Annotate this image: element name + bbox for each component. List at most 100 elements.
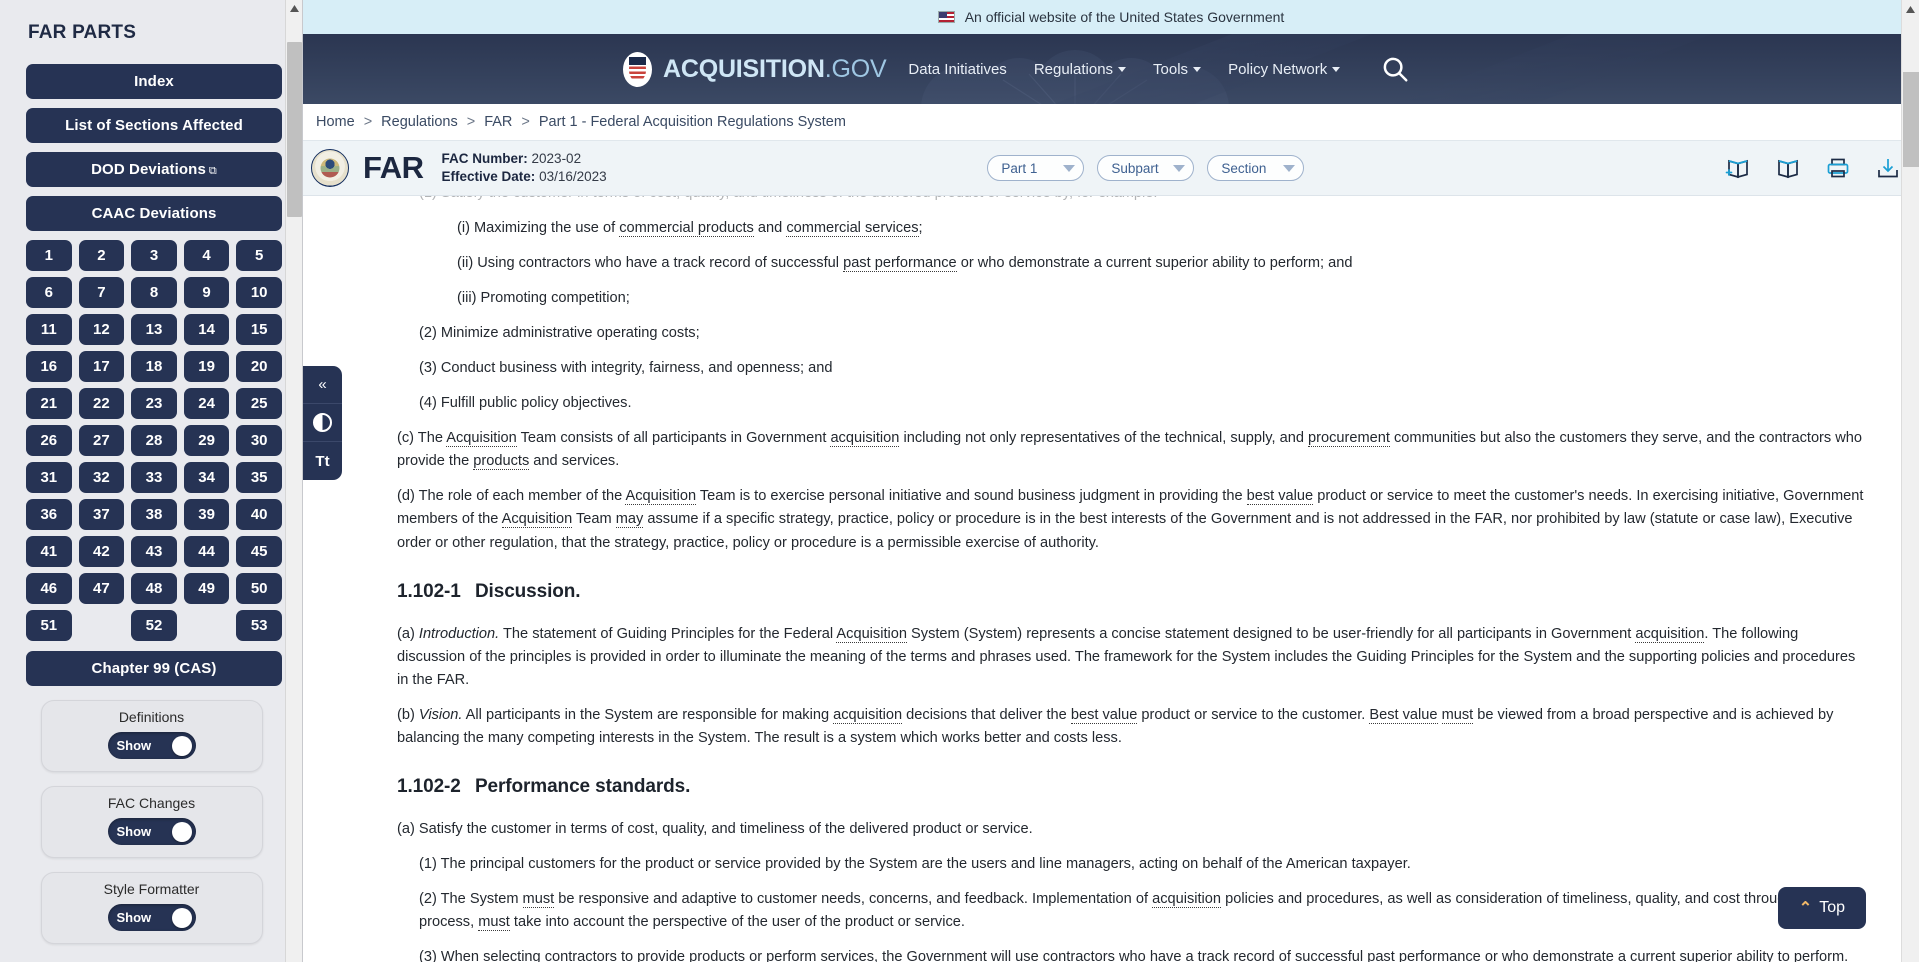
defined-term[interactable]: Acquisition	[625, 488, 697, 506]
print-icon[interactable]	[1825, 156, 1851, 180]
far-part-37-button[interactable]: 37	[78, 499, 125, 530]
far-part-25-button[interactable]: 25	[236, 388, 282, 419]
text-size-button[interactable]: Tt	[303, 442, 342, 480]
defined-term[interactable]: acquisition	[1635, 625, 1705, 643]
far-part-16-button[interactable]: 16	[26, 351, 72, 382]
far-part-47-button[interactable]: 47	[78, 573, 125, 604]
far-part-52-button[interactable]: 52	[131, 610, 177, 641]
far-part-18-button[interactable]: 18	[131, 351, 177, 382]
far-part-20-button[interactable]: 20	[236, 351, 282, 382]
collapse-sidebar-button[interactable]: «	[303, 366, 342, 404]
far-part-36-button[interactable]: 36	[26, 499, 72, 530]
far-part-4-button[interactable]: 4	[183, 240, 230, 271]
chapter-99-button[interactable]: Chapter 99 (CAS)	[26, 651, 282, 686]
far-part-11-button[interactable]: 11	[26, 314, 72, 345]
page-scroll-up-icon[interactable]	[1902, 0, 1919, 18]
far-part-51-button[interactable]: 51	[26, 610, 72, 641]
far-part-42-button[interactable]: 42	[78, 536, 125, 567]
nav-item-data-initiatives[interactable]: Data Initiatives	[908, 61, 1006, 78]
defined-term[interactable]: procurement	[1308, 430, 1390, 448]
breadcrumb-item-home[interactable]: Home	[316, 114, 355, 130]
far-part-5-button[interactable]: 5	[236, 240, 282, 271]
open-book-icon[interactable]	[1775, 156, 1801, 180]
sidebar-nav-list-of-sections-affected[interactable]: List of Sections Affected	[26, 108, 282, 143]
add-to-bookshelf-icon[interactable]	[1725, 156, 1751, 180]
defined-term[interactable]: past performance	[1367, 948, 1481, 962]
sidebar-nav-index[interactable]: Index	[26, 64, 282, 99]
far-part-44-button[interactable]: 44	[183, 536, 230, 567]
breadcrumb-item-far[interactable]: FAR	[484, 114, 512, 130]
defined-term[interactable]: products	[473, 453, 530, 471]
sidebar-scrollbar[interactable]	[285, 0, 302, 962]
far-part-50-button[interactable]: 50	[236, 573, 282, 604]
defined-term[interactable]: must	[522, 890, 555, 908]
defined-term[interactable]: best value	[1246, 488, 1314, 506]
contrast-toggle-button[interactable]	[303, 404, 342, 442]
far-part-8-button[interactable]: 8	[131, 277, 177, 308]
far-part-45-button[interactable]: 45	[236, 536, 282, 567]
defined-term[interactable]: past performance	[843, 255, 957, 273]
far-part-21-button[interactable]: 21	[26, 388, 72, 419]
far-part-48-button[interactable]: 48	[131, 573, 177, 604]
far-part-26-button[interactable]: 26	[26, 425, 72, 456]
nav-item-policy-network[interactable]: Policy Network	[1228, 61, 1341, 78]
far-part-13-button[interactable]: 13	[131, 314, 177, 345]
far-part-33-button[interactable]: 33	[131, 462, 177, 493]
far-part-38-button[interactable]: 38	[131, 499, 177, 530]
far-part-27-button[interactable]: 27	[78, 425, 125, 456]
defined-term[interactable]: Best value	[1369, 706, 1438, 724]
back-to-top-button[interactable]: ⌃ Top	[1777, 887, 1866, 929]
far-part-41-button[interactable]: 41	[26, 536, 72, 567]
far-part-30-button[interactable]: 30	[236, 425, 282, 456]
far-part-9-button[interactable]: 9	[183, 277, 230, 308]
defined-term[interactable]: Acquisition	[501, 511, 573, 529]
defined-term[interactable]: acquisition	[830, 430, 900, 448]
page-scrollbar-thumb[interactable]	[1903, 72, 1919, 167]
toggle-switch-style-formatter[interactable]: Show	[107, 904, 196, 931]
subpart-dropdown[interactable]: Subpart	[1097, 155, 1195, 181]
defined-term[interactable]: must	[1441, 706, 1474, 724]
far-part-39-button[interactable]: 39	[183, 499, 230, 530]
far-part-53-button[interactable]: 53	[236, 610, 282, 641]
sidebar-nav-caac-deviations[interactable]: CAAC Deviations	[26, 196, 282, 231]
far-part-24-button[interactable]: 24	[183, 388, 230, 419]
far-part-19-button[interactable]: 19	[183, 351, 230, 382]
nav-item-tools[interactable]: Tools	[1153, 61, 1202, 78]
far-part-32-button[interactable]: 32	[78, 462, 125, 493]
brand-logo[interactable]: ACQUISITION.GOV	[623, 51, 887, 87]
sidebar-scrollbar-thumb[interactable]	[287, 42, 302, 217]
nav-item-regulations[interactable]: Regulations	[1034, 61, 1127, 78]
far-part-29-button[interactable]: 29	[183, 425, 230, 456]
far-part-46-button[interactable]: 46	[26, 573, 72, 604]
far-part-6-button[interactable]: 6	[26, 277, 72, 308]
far-part-15-button[interactable]: 15	[236, 314, 282, 345]
defined-term[interactable]: commercial products	[619, 220, 754, 238]
far-part-14-button[interactable]: 14	[183, 314, 230, 345]
far-part-1-button[interactable]: 1	[26, 240, 72, 271]
far-part-31-button[interactable]: 31	[26, 462, 72, 493]
far-part-23-button[interactable]: 23	[131, 388, 177, 419]
far-part-2-button[interactable]: 2	[78, 240, 125, 271]
sidebar-nav-dod-deviations[interactable]: DOD Deviations ⧉	[26, 152, 282, 187]
download-icon[interactable]	[1875, 156, 1901, 180]
far-part-35-button[interactable]: 35	[236, 462, 282, 493]
far-part-22-button[interactable]: 22	[78, 388, 125, 419]
part-dropdown[interactable]: Part 1	[987, 155, 1085, 181]
defined-term[interactable]: Acquisition	[836, 625, 907, 643]
defined-term[interactable]: acquisition	[1152, 890, 1222, 908]
far-part-28-button[interactable]: 28	[131, 425, 177, 456]
defined-term[interactable]: acquisition	[833, 706, 903, 724]
section-dropdown[interactable]: Section	[1207, 155, 1305, 181]
defined-term[interactable]: commercial services	[786, 220, 919, 238]
far-part-17-button[interactable]: 17	[78, 351, 125, 382]
defined-term[interactable]: must	[478, 913, 510, 931]
defined-term[interactable]: Acquisition	[446, 430, 517, 448]
toggle-switch-definitions[interactable]: Show	[107, 732, 196, 759]
defined-term[interactable]: may	[615, 511, 644, 529]
far-part-12-button[interactable]: 12	[78, 314, 125, 345]
breadcrumb-item-regulations[interactable]: Regulations	[381, 114, 458, 130]
far-part-10-button[interactable]: 10	[236, 277, 282, 308]
defined-term[interactable]: best value	[1070, 706, 1138, 724]
far-part-49-button[interactable]: 49	[183, 573, 230, 604]
search-icon[interactable]	[1380, 54, 1410, 84]
